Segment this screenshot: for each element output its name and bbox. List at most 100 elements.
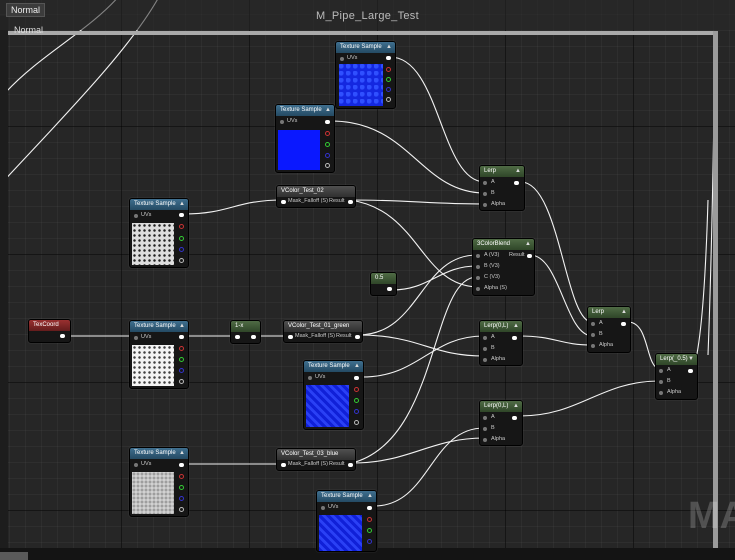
vcolor-test-03-blue-node[interactable]: VColor_Test_03_blue Mask_Falloff (S) Res… (276, 448, 356, 471)
collapse-arrow-icon[interactable]: ▲ (515, 166, 521, 177)
result-output-pin[interactable] (348, 463, 353, 467)
a-input-pin[interactable] (659, 369, 663, 373)
texture-sample-node-3[interactable]: Texture Sample ▲ UVs (129, 198, 189, 268)
a-output-pin[interactable] (179, 258, 184, 263)
node-header[interactable]: Lerp ▲ (588, 307, 630, 318)
collapse-arrow-icon[interactable]: ▼ (688, 354, 694, 365)
rgb-output-pin[interactable] (179, 463, 184, 467)
lerp-node-mid[interactable]: Lerp(0,L) ▲ A B Alpha (479, 320, 523, 366)
alpha-input-pin[interactable] (483, 203, 487, 207)
texture-sample-node-1[interactable]: Texture Sample ▲ UVs (335, 41, 396, 109)
rgb-output-pin[interactable] (179, 335, 184, 339)
uvs-input-pin[interactable] (308, 376, 312, 380)
b-input-pin[interactable] (591, 333, 595, 337)
b-output-pin[interactable] (179, 368, 184, 373)
mask-falloff-input-pin[interactable] (288, 335, 293, 339)
uvs-input-pin[interactable] (134, 463, 138, 467)
a-output-pin[interactable] (179, 507, 184, 512)
collapse-arrow-icon[interactable]: ▲ (179, 321, 185, 332)
node-header[interactable]: Lerp(0,L) ▲ (480, 321, 522, 332)
lerp-output-pin[interactable] (512, 416, 517, 420)
rgb-output-pin[interactable] (179, 213, 184, 217)
b-input-pin[interactable] (483, 192, 487, 196)
r-output-pin[interactable] (179, 474, 184, 479)
node-header[interactable]: 1-x (231, 321, 260, 332)
collapse-arrow-icon[interactable]: ▲ (513, 401, 519, 412)
node-header[interactable]: Texture Sample ▲ (304, 361, 363, 372)
a-v3-input-pin[interactable] (476, 254, 480, 258)
alpha-input-pin[interactable] (483, 438, 487, 442)
b-output-pin[interactable] (179, 496, 184, 501)
three-color-blend-node[interactable]: 3ColorBlend ▲ A (V3) B (V3) C (V3) Alpha … (472, 238, 535, 296)
rgb-output-pin[interactable] (354, 376, 359, 380)
collapse-arrow-icon[interactable]: ▲ (386, 42, 392, 53)
a-input-pin[interactable] (591, 322, 595, 326)
texture-sample-node-5[interactable]: Texture Sample ▲ UVs (303, 360, 364, 430)
b-output-pin[interactable] (179, 247, 184, 252)
r-output-pin[interactable] (386, 67, 391, 72)
alpha-input-pin[interactable] (591, 344, 595, 348)
b-output-pin[interactable] (354, 409, 359, 414)
r-output-pin[interactable] (367, 517, 372, 522)
one-minus-node[interactable]: 1-x (230, 320, 261, 344)
collapse-arrow-icon[interactable]: ▲ (621, 307, 627, 318)
collapse-arrow-icon[interactable]: ▲ (367, 491, 373, 502)
result-output-pin[interactable] (348, 200, 353, 204)
lerp-node-low[interactable]: Lerp(0,L) ▲ A B Alpha (479, 400, 523, 446)
vcolor-test-02-node[interactable]: VColor_Test_02 Mask_Falloff (S) Result (276, 185, 356, 208)
node-header[interactable]: Lerp ▲ (480, 166, 524, 177)
lerp-node-final[interactable]: Lerp(_0.5) ▼ A B Alpha (655, 353, 698, 400)
a-output-pin[interactable] (354, 420, 359, 425)
g-output-pin[interactable] (179, 485, 184, 490)
collapse-arrow-icon[interactable]: ▲ (179, 448, 185, 459)
node-header[interactable]: Texture Sample ▲ (130, 448, 188, 459)
uvs-input-pin[interactable] (340, 57, 344, 61)
alpha-input-pin[interactable] (483, 358, 487, 362)
constant-output-pin[interactable] (387, 287, 392, 291)
b-output-pin[interactable] (325, 153, 330, 158)
b-output-pin[interactable] (386, 87, 391, 92)
vcolor-test-01-green-node[interactable]: VColor_Test_01_green Mask_Falloff (S) Re… (283, 320, 363, 343)
g-output-pin[interactable] (179, 357, 184, 362)
mask-falloff-input-pin[interactable] (281, 463, 286, 467)
mask-falloff-input-pin[interactable] (281, 200, 286, 204)
node-header[interactable]: Texture Sample ▲ (276, 105, 334, 116)
a-output-pin[interactable] (386, 97, 391, 102)
b-v3-input-pin[interactable] (476, 265, 480, 269)
node-header[interactable]: Texture Sample ▲ (336, 42, 395, 53)
a-output-pin[interactable] (325, 163, 330, 168)
lerp-output-pin[interactable] (688, 369, 693, 373)
node-header[interactable]: TexCoord (29, 320, 70, 331)
texture-sample-node-4[interactable]: Texture Sample ▲ UVs (129, 320, 189, 389)
lerp-node-right[interactable]: Lerp ▲ A B Alpha (587, 306, 631, 353)
result-output-pin[interactable] (355, 335, 360, 339)
node-header[interactable]: VColor_Test_02 (277, 186, 355, 197)
collapse-arrow-icon[interactable]: ▲ (325, 105, 331, 116)
uvs-input-pin[interactable] (134, 214, 138, 218)
texture-sample-node-7[interactable]: Texture Sample ▲ UVs (316, 490, 377, 552)
r-output-pin[interactable] (325, 131, 330, 136)
rgb-output-pin[interactable] (325, 120, 330, 124)
node-header[interactable]: VColor_Test_03_blue (277, 449, 355, 460)
node-header[interactable]: Texture Sample ▲ (317, 491, 376, 502)
a-input-pin[interactable] (483, 336, 487, 340)
lerp-output-pin[interactable] (512, 336, 517, 340)
texcoord-output-pin[interactable] (60, 334, 65, 338)
b-input-pin[interactable] (659, 380, 663, 384)
texture-sample-node-2[interactable]: Texture Sample ▲ UVs (275, 104, 335, 173)
lerp-node-top[interactable]: Lerp ▲ A B Alpha (479, 165, 525, 211)
uvs-input-pin[interactable] (280, 120, 284, 124)
texcoord-node[interactable]: TexCoord (28, 319, 71, 343)
collapse-arrow-icon[interactable]: ▲ (179, 199, 185, 210)
rgb-output-pin[interactable] (367, 506, 372, 510)
collapse-arrow-icon[interactable]: ▲ (354, 361, 360, 372)
constant-0-5-node[interactable]: 0.5 (370, 272, 397, 296)
bottom-scroll-thumb[interactable] (0, 552, 28, 560)
texture-sample-node-6[interactable]: Texture Sample ▲ UVs (129, 447, 189, 517)
b-input-pin[interactable] (483, 347, 487, 351)
uvs-input-pin[interactable] (321, 506, 325, 510)
one-minus-input-pin[interactable] (235, 335, 240, 339)
b-input-pin[interactable] (483, 427, 487, 431)
node-header[interactable]: VColor_Test_01_green (284, 321, 362, 332)
alpha-s-input-pin[interactable] (476, 287, 480, 291)
